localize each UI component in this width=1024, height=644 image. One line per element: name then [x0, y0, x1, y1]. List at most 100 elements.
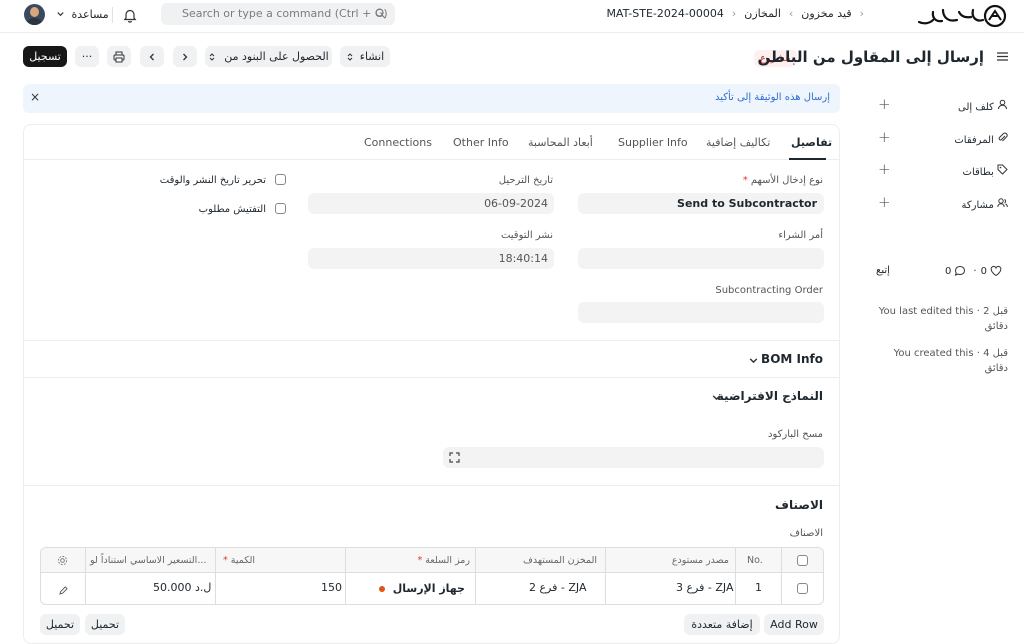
notifications-bell-icon[interactable]	[123, 8, 137, 26]
subcontracting-order-field[interactable]	[578, 302, 824, 323]
close-alert-icon[interactable]: ×	[30, 90, 40, 104]
settings-gear-icon[interactable]	[57, 555, 68, 566]
inspection-required-checkbox[interactable]	[275, 203, 286, 214]
cell-item-code[interactable]: جهاز الإرسال	[378, 582, 465, 595]
tab-accounting-dimensions[interactable]: أبعاد المحاسبة	[528, 136, 593, 149]
paperclip-icon	[998, 132, 1008, 142]
assigned-to-label: كلف إلى	[958, 102, 994, 113]
column-header-no: No.	[747, 555, 763, 566]
sidebar-item-assigned-to[interactable]: كلف إلى	[958, 99, 1008, 113]
status-dot-icon	[378, 586, 385, 592]
item-code-text: جهاز الإرسال	[392, 582, 465, 595]
column-header-qty: * الكمية	[222, 555, 255, 566]
tab-other-info[interactable]: Other Info	[453, 136, 509, 149]
search-bar[interactable]: Search or type a command (Ctrl + G)	[161, 3, 395, 25]
tab-details[interactable]: تفاصيل	[791, 136, 832, 149]
page-title: إرسال إلى المقاول من الباطن	[757, 48, 984, 66]
posting-time-label: نشر التوقيت	[500, 230, 553, 241]
printer-icon	[113, 51, 125, 62]
breadcrumb-stock-entry[interactable]: قيد مخزون	[801, 7, 851, 20]
last-edited-info: You last edited this · قبل 2 دقائق	[878, 306, 1008, 332]
scan-icon[interactable]	[449, 452, 460, 463]
create-button[interactable]: انشاء	[340, 46, 390, 67]
chevron-down-icon[interactable]	[748, 355, 759, 366]
submit-button[interactable]: تسجيل	[23, 46, 67, 67]
sidebar-toggle-icon[interactable]	[996, 50, 1009, 66]
follow-link[interactable]: إتبع	[876, 265, 890, 276]
comment-icon[interactable]	[954, 265, 966, 277]
help-menu[interactable]: مساعدة	[56, 8, 109, 21]
heart-icon[interactable]	[990, 265, 1002, 277]
default-templates-section-title[interactable]: النماذج الافتراضية	[717, 389, 823, 403]
cell-target-warehouse[interactable]: فرع 2 - ZJA	[529, 581, 586, 594]
sidebar-item-tags[interactable]: بطاقات	[963, 164, 1008, 178]
chevron-left-icon	[149, 53, 154, 60]
posting-time-field[interactable]: 18:40:14	[308, 248, 554, 269]
upload-button[interactable]: تحميل	[85, 614, 125, 635]
sidebar-item-attachments[interactable]: المرفقات	[954, 132, 1008, 146]
cell-rate[interactable]: ل.د 50.000	[153, 581, 211, 594]
help-label: مساعدة	[71, 8, 109, 21]
alert-link[interactable]: إرسال هذه الوثيقة إلى تأكيد	[715, 92, 830, 103]
stock-entry-type-field[interactable]: Send to Subcontractor	[578, 193, 824, 214]
section-divider	[24, 377, 839, 378]
sidebar-item-share[interactable]: مشاركة	[962, 197, 1008, 211]
breadcrumb-doc[interactable]: MAT-STE-2024-00004	[606, 7, 723, 20]
next-doc-button[interactable]	[173, 46, 197, 67]
add-row-button[interactable]: Add Row	[764, 614, 824, 635]
get-items-from-button[interactable]: الحصول على البنود من	[205, 46, 332, 67]
tab-additional-costs[interactable]: تكاليف إضافية	[706, 136, 770, 149]
column-header-source-warehouse: مصدر مستودع	[671, 555, 729, 566]
add-share-icon[interactable]: +	[878, 193, 891, 211]
inspection-required-label: التفتيش مطلوب	[198, 204, 266, 215]
download-button[interactable]: تحميل	[40, 614, 80, 635]
edit-row-icon[interactable]	[59, 586, 68, 595]
bom-info-section-title[interactable]: BOM Info	[761, 352, 823, 366]
posting-date-field[interactable]: 06-09-2024	[308, 193, 554, 214]
created-info: You created this · قبل 4 دقائق	[893, 348, 1008, 374]
tag-icon	[997, 164, 1008, 175]
more-actions-button[interactable]: ···	[75, 46, 99, 67]
section-divider	[24, 485, 839, 486]
user-avatar[interactable]	[24, 4, 45, 25]
navbar: مساعدة Search or type a command (Ctrl + …	[0, 0, 1024, 33]
breadcrumb-separator: ›	[731, 7, 737, 20]
form-tabs: Connections Other Info أبعاد المحاسبة Su…	[24, 125, 839, 160]
add-multiple-button[interactable]: إضافة متعددة	[684, 614, 760, 635]
updown-icon	[209, 52, 215, 61]
breadcrumb-stock[interactable]: المخازن	[744, 7, 781, 20]
share-label: مشاركة	[961, 200, 994, 211]
share-icon	[997, 198, 1008, 208]
purchase-order-field[interactable]	[578, 248, 824, 269]
add-attachment-icon[interactable]: +	[878, 128, 891, 146]
items-section-title: الاصناف	[775, 498, 823, 512]
create-label: انشاء	[359, 50, 385, 63]
tags-label: بطاقات	[962, 167, 994, 178]
print-button[interactable]	[107, 46, 131, 67]
attachments-label: المرفقات	[954, 135, 994, 146]
chevron-down-icon[interactable]	[711, 392, 722, 403]
comment-count: 0	[945, 265, 952, 277]
breadcrumb-separator: ›	[859, 7, 864, 20]
edit-posting-checkbox[interactable]	[275, 174, 286, 185]
items-table-label: الاصناف	[789, 528, 823, 539]
barcode-label: مسح الباركود	[767, 429, 823, 440]
previous-doc-button[interactable]	[140, 46, 164, 67]
row-checkbox[interactable]	[797, 583, 808, 594]
like-count: 0	[980, 265, 987, 277]
add-tag-icon[interactable]: +	[878, 160, 891, 178]
select-all-checkbox[interactable]	[797, 555, 808, 566]
tab-supplier-info[interactable]: Supplier Info	[618, 136, 688, 149]
tab-connections[interactable]: Connections	[364, 136, 432, 149]
navbar-divider	[112, 7, 113, 23]
cell-qty[interactable]: 150	[321, 581, 342, 594]
cell-source-warehouse[interactable]: فرع 3 - ZJA	[676, 581, 733, 594]
app-logo[interactable]	[915, 4, 1007, 28]
purchase-order-label: أمر الشراء	[778, 230, 823, 241]
search-placeholder: Search or type a command (Ctrl + G)	[182, 7, 388, 20]
add-assign-icon[interactable]: +	[878, 95, 891, 113]
barcode-field[interactable]	[443, 447, 824, 468]
posting-date-label: تاريخ الترحيل	[498, 175, 553, 186]
form-card: Connections Other Info أبعاد المحاسبة Su…	[23, 124, 840, 644]
items-table: التسعير الاساسي استناداً لو... * الكمية …	[40, 547, 824, 605]
